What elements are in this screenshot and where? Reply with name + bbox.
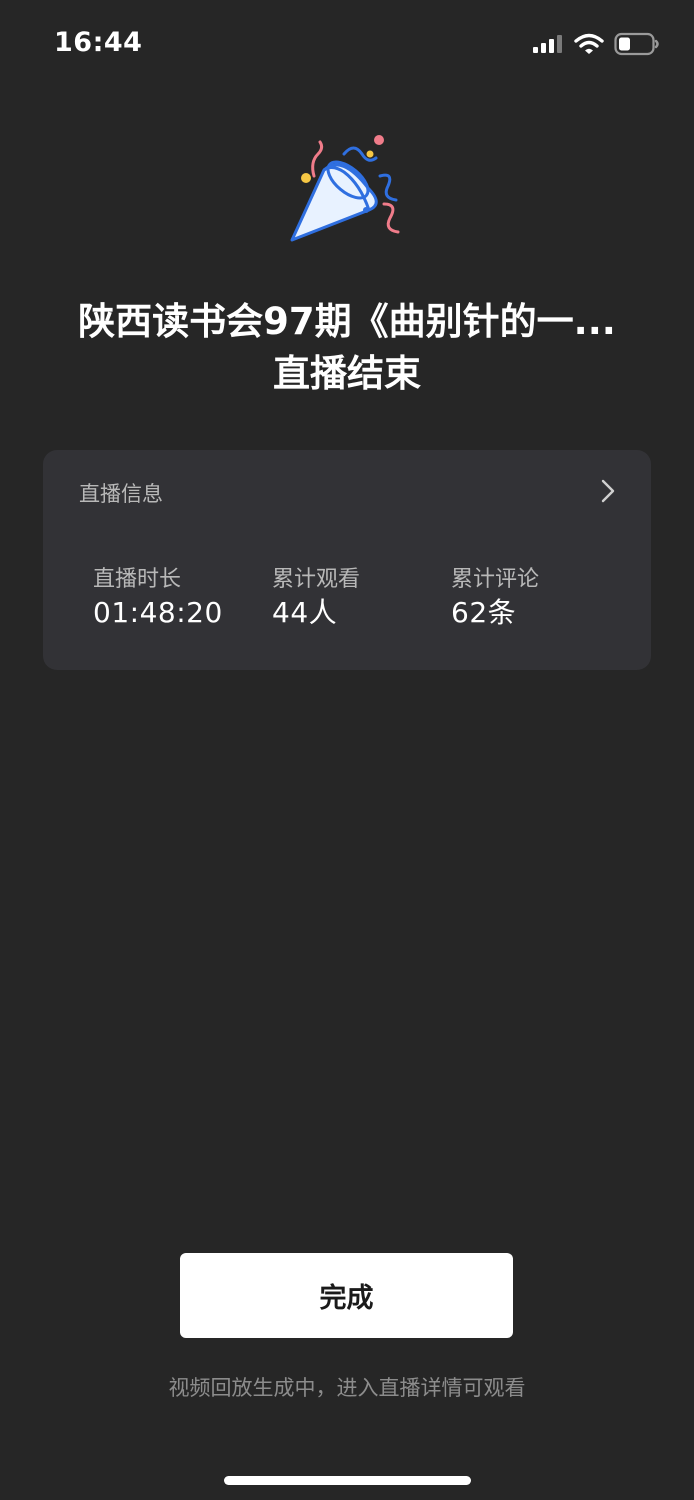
done-button[interactable]: 完成 — [180, 1253, 513, 1338]
home-indicator[interactable] — [224, 1476, 471, 1485]
stat-value: 44人 — [272, 596, 338, 629]
stat-duration: 直播时长 01:48:20 — [93, 566, 273, 632]
party-popper-icon — [290, 135, 400, 242]
status-icons — [532, 32, 660, 56]
stat-label: 累计评论 — [451, 567, 540, 592]
stat-value: 62条 — [451, 596, 517, 629]
live-ended-title: 陕西读书会97期《曲别针的一... 直播结束 — [30, 296, 664, 400]
live-title: 陕西读书会97期《曲别针的一... — [78, 300, 616, 343]
live-info-card[interactable]: 直播信息 直播时长 01:48:20 累计观看 44人 累计评论 62条 — [43, 450, 651, 670]
stat-comments: 累计评论 62条 — [451, 566, 631, 632]
signal-icon — [533, 35, 562, 53]
live-ended-screen: 16:44 陕西读书会97期《曲别针的一... 直播结束 直播信息 直播时长 0… — [0, 0, 694, 1500]
live-ended-label: 直播结束 — [273, 352, 421, 395]
replay-hint: 视频回放生成中，进入直播详情可观看 — [168, 1376, 526, 1400]
live-stats: 直播时长 01:48:20 累计观看 44人 累计评论 62条 — [93, 566, 633, 636]
stat-label: 累计观看 — [272, 567, 361, 592]
chevron-right-icon[interactable] — [601, 479, 615, 503]
status-time: 16:44 — [54, 27, 143, 58]
stat-viewers: 累计观看 44人 — [272, 566, 452, 632]
wifi-icon — [574, 33, 604, 54]
live-info-title: 直播信息 — [79, 482, 163, 506]
stat-value: 01:48:20 — [93, 596, 223, 629]
status-bar: 16:44 — [0, 0, 694, 90]
battery-icon — [614, 32, 659, 56]
stat-label: 直播时长 — [93, 567, 182, 592]
